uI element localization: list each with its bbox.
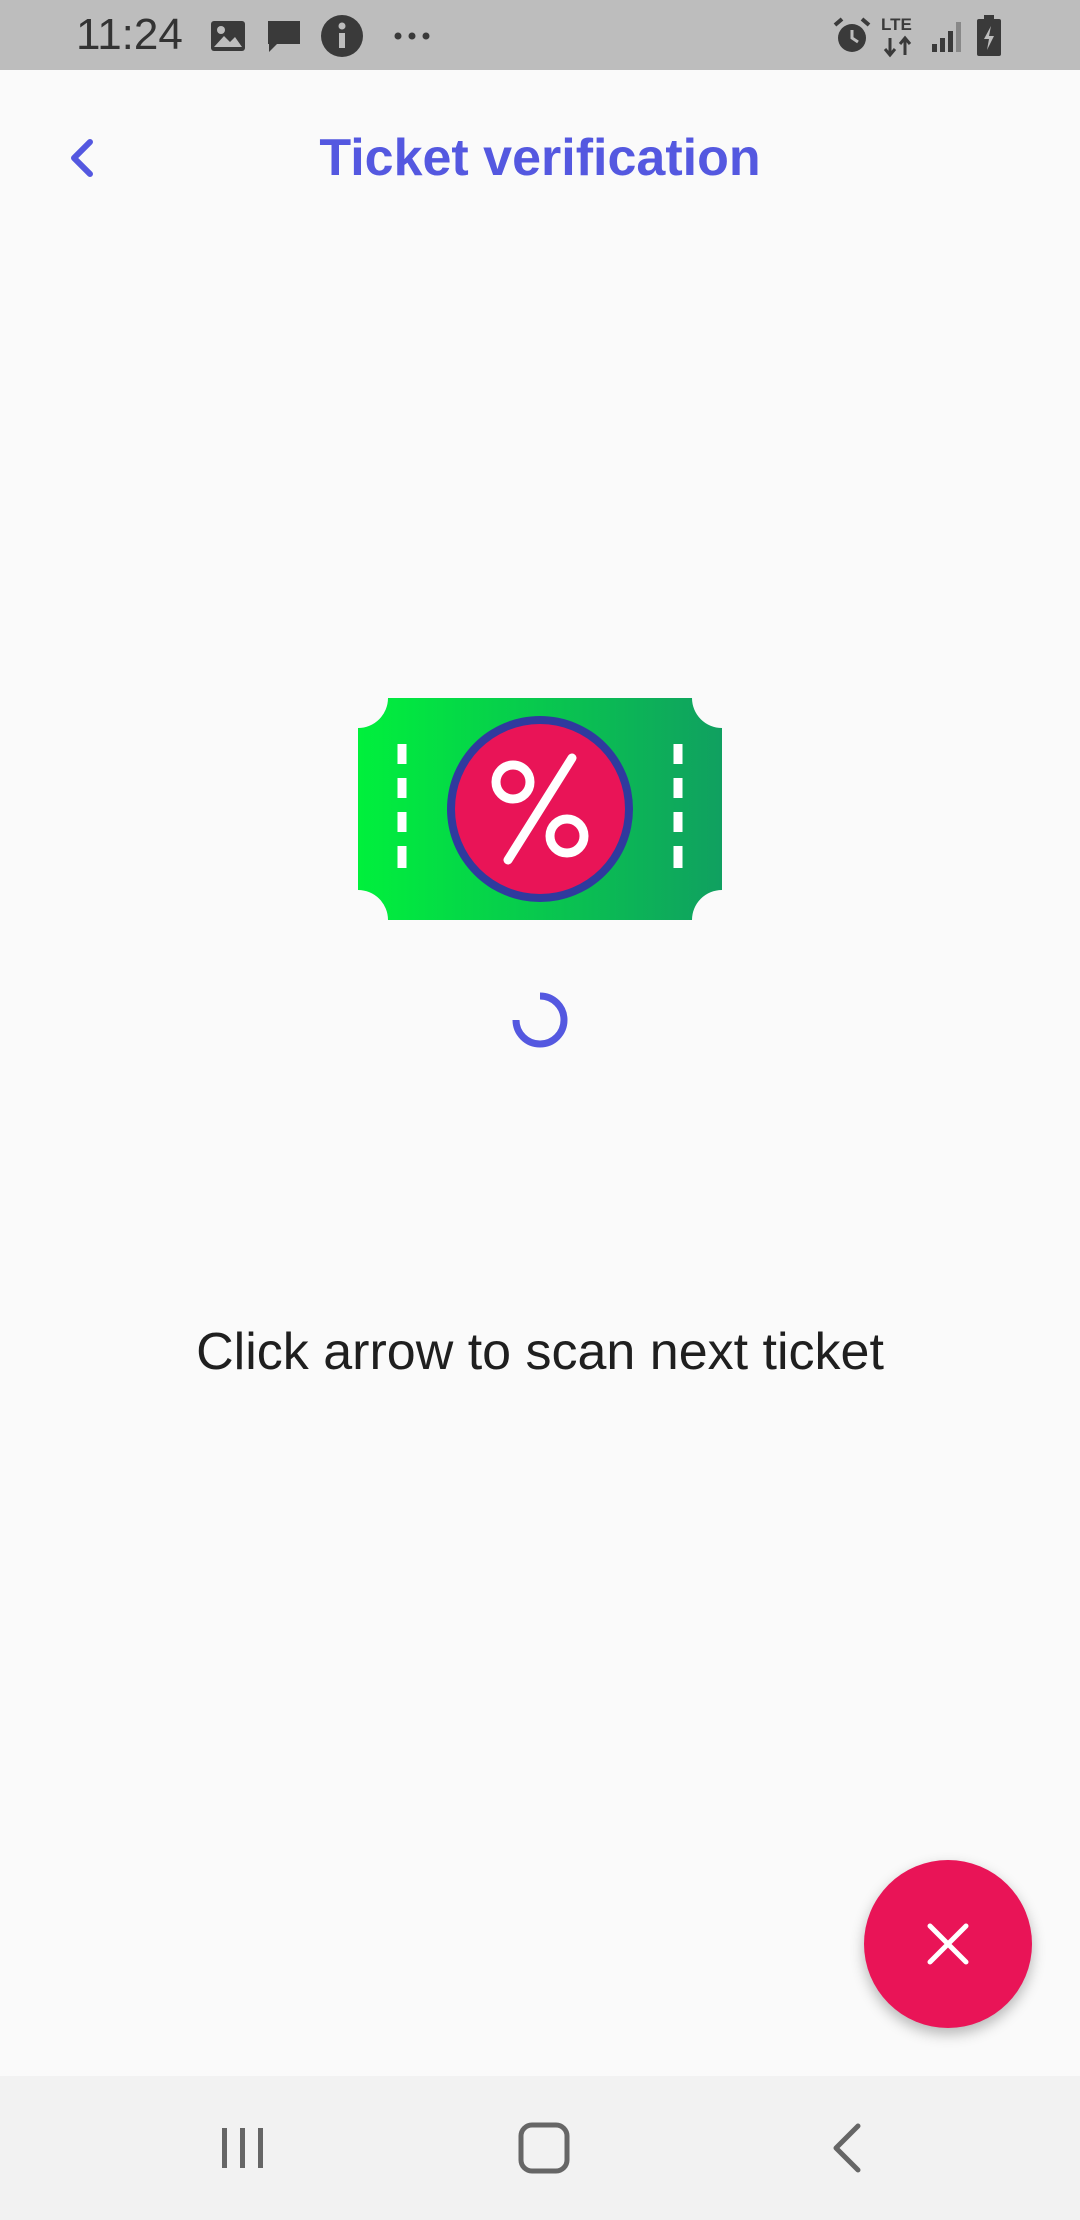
close-fab-button[interactable] (864, 1860, 1032, 2028)
alarm-icon (833, 17, 871, 52)
status-time: 11:24 (76, 10, 183, 59)
loading-spinner (512, 992, 568, 1048)
info-icon (321, 15, 363, 57)
signal-icon (932, 22, 961, 52)
image-icon (211, 21, 245, 51)
recent-apps-icon (222, 2128, 263, 2168)
discount-ticket-icon (358, 698, 722, 920)
page-title: Ticket verification (319, 129, 761, 187)
battery-icon (977, 15, 1001, 56)
instruction-text: Click arrow to scan next ticket (196, 1323, 884, 1381)
message-icon (268, 21, 300, 52)
recent-apps-button[interactable] (207, 2112, 279, 2184)
lte-icon: LTE (881, 15, 912, 58)
home-button[interactable] (508, 2112, 580, 2184)
app-bar: Ticket verification (0, 70, 1080, 245)
system-back-button[interactable] (812, 2112, 884, 2184)
screen: 11:24 LTE Ticket verification Click arro… (0, 0, 1080, 2220)
status-bar: 11:24 LTE (0, 0, 1080, 70)
lte-label: LTE (881, 15, 912, 34)
home-icon (518, 2122, 570, 2174)
more-icon (394, 32, 430, 40)
navigation-bar (0, 2076, 1080, 2220)
back-icon (833, 2123, 861, 2173)
close-icon (927, 1923, 969, 1965)
